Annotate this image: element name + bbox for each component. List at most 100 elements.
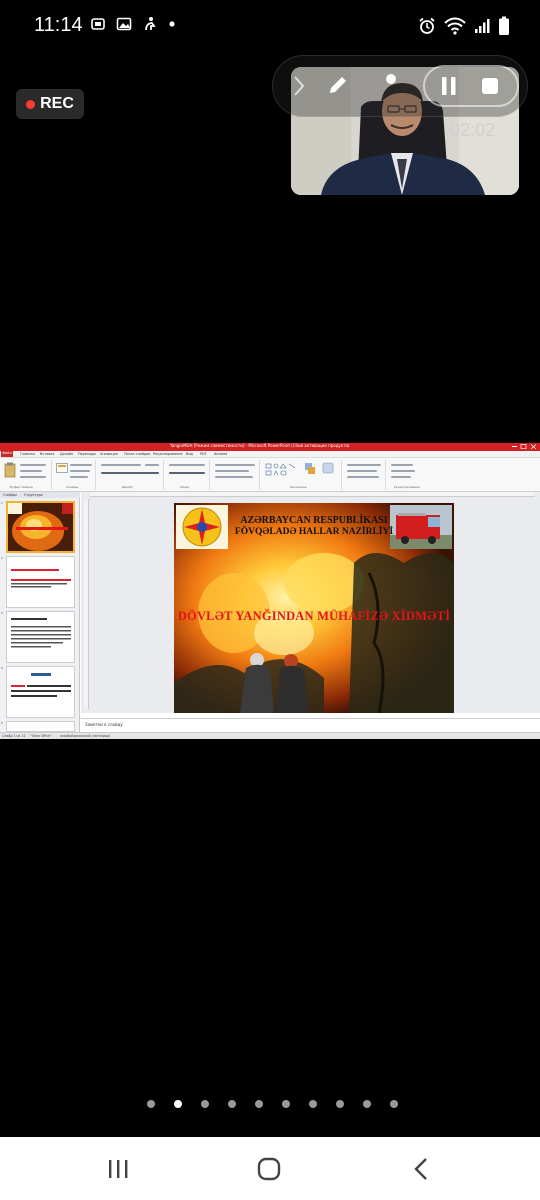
screen-capture-icon — [91, 18, 105, 30]
pen-icon[interactable] — [326, 73, 350, 97]
notification-dot-icon — [169, 21, 175, 27]
system-navigation-bar — [0, 1137, 540, 1200]
person-icon[interactable] — [380, 72, 402, 96]
record-dot-icon — [26, 99, 36, 109]
pause-stop-pill — [423, 65, 519, 107]
slide-title-line-2: FÖVQƏLADƏ HALLAR NAZİRLİYİ — [234, 527, 394, 537]
slide-thumbnail-1[interactable] — [6, 501, 75, 553]
arrange-icon[interactable] — [304, 462, 316, 476]
ribbon-group-clipboard: Буфер обмена — [2, 460, 52, 490]
clock: 11:14 — [34, 14, 83, 36]
thumbnail-text-lines — [11, 618, 71, 648]
ribbon-label-clipboard: Буфер обмена — [10, 485, 33, 489]
thumb-number: 1 — [1, 501, 3, 505]
page-dot[interactable] — [309, 1100, 317, 1108]
window-title: YanginMUH [Режим совместимости] - Micros… — [170, 443, 350, 448]
ribbon-label-font: Шрифт — [122, 485, 134, 489]
status-slide-count: Слайд 1 из 11 — [2, 734, 26, 738]
tab-animations[interactable]: Анимация — [100, 452, 118, 456]
horizontal-ruler — [90, 492, 535, 497]
battery-icon — [499, 16, 509, 35]
home-icon[interactable] — [249, 1155, 289, 1183]
recording-timer: 02:02 — [450, 120, 496, 140]
page-dot[interactable] — [336, 1100, 344, 1108]
vertical-ruler — [84, 499, 89, 709]
page-dot[interactable] — [201, 1100, 209, 1108]
recents-icon[interactable] — [98, 1155, 138, 1183]
status-bar: 11:14 — [0, 0, 540, 56]
page-dot[interactable] — [390, 1100, 398, 1108]
slide-thumbnail-4[interactable] — [6, 666, 75, 718]
tab-outline[interactable]: Структура — [24, 493, 43, 497]
ribbon-label-editing: Редактирование — [394, 485, 421, 489]
rec-indicator: REC — [16, 89, 84, 119]
slide-main-heading: DÖVLƏT YANĞINDAN MÜHAFİZƏ XİDMƏTİ — [177, 609, 451, 623]
thumb-number: 2 — [1, 556, 3, 560]
slide-thumbnail-2[interactable] — [6, 556, 75, 608]
pause-icon[interactable] — [440, 76, 458, 96]
slides-pane: Слайды Структура 1 2 3 4 5 — [0, 492, 80, 732]
ppt-ribbon: Буфер обмена Слайды Шрифт Абзац Рисовани… — [0, 458, 540, 492]
tab-home[interactable]: Главная — [20, 452, 35, 456]
page-dot-active[interactable] — [174, 1100, 182, 1108]
tab-transitions[interactable]: Переходы — [78, 452, 96, 456]
thumb-number: 4 — [1, 666, 3, 670]
tab-view[interactable]: Вид — [186, 452, 193, 456]
shapes-gallery-icon[interactable] — [265, 463, 299, 477]
ribbon-group-text — [212, 460, 260, 490]
tab-design[interactable]: Дизайн — [60, 452, 73, 456]
ribbon-group-editing: Редактирование — [388, 460, 436, 490]
page-dot[interactable] — [147, 1100, 155, 1108]
tab-file[interactable]: Файл — [1, 451, 13, 457]
slide-thumbnail-5[interactable] — [6, 721, 75, 732]
current-slide[interactable]: AZƏRBAYCAN RESPUBLİKASI FÖVQƏLADƏ HALLAR… — [174, 503, 454, 713]
paste-icon[interactable] — [4, 462, 16, 478]
alarm-icon — [419, 17, 435, 34]
tab-insert[interactable]: Вставка — [40, 452, 54, 456]
ribbon-label-drawing: Рисование — [290, 485, 307, 489]
notes-placeholder: Заметки к слайду — [85, 722, 123, 727]
page-dot[interactable] — [255, 1100, 263, 1108]
ppt-title-bar: YanginMUH [Режим совместимости] - Micros… — [0, 443, 540, 451]
tab-slideshow[interactable]: Показ слайдов — [124, 452, 150, 456]
page-dot[interactable] — [282, 1100, 290, 1108]
wifi-icon — [444, 17, 466, 35]
pane-tabs: Слайды Структура — [0, 492, 80, 498]
ribbon-label-paragraph: Абзац — [180, 485, 190, 489]
accessibility-icon — [145, 17, 156, 31]
tab-pdf[interactable]: PDF — [200, 452, 207, 456]
chevron-right-icon[interactable] — [292, 75, 306, 97]
quick-styles-icon[interactable] — [322, 462, 334, 476]
thumb-number: 5 — [1, 721, 3, 725]
status-theme: "Тема Office" — [30, 734, 52, 738]
thumbnail-text-lines — [11, 673, 71, 697]
ribbon-group-drawing: Рисование — [262, 460, 342, 490]
ribbon-label-slides: Слайды — [66, 485, 79, 489]
back-icon[interactable] — [402, 1155, 442, 1183]
notes-pane[interactable]: Заметки к слайду — [81, 718, 540, 732]
thumbnail-text-lines — [11, 569, 71, 588]
ribbon-group-slides: Слайды — [54, 460, 96, 490]
page-dot[interactable] — [363, 1100, 371, 1108]
slide-thumbnail-3[interactable] — [6, 611, 75, 663]
thumb-number: 3 — [1, 611, 3, 615]
tab-acrobat[interactable]: Acrobat — [214, 452, 227, 456]
window-controls-icon[interactable] — [512, 444, 538, 450]
thumbnail-fire-image — [8, 503, 73, 551]
slide-title-line-1: AZƏRBAYCAN RESPUBLİKASI — [240, 515, 388, 526]
rec-label: REC — [40, 95, 74, 112]
new-slide-icon[interactable] — [56, 462, 68, 474]
ppt-menu-tabs: Файл Главная Вставка Дизайн Переходы Ани… — [0, 451, 540, 458]
status-language: азербайджанский (латиница) — [60, 734, 111, 738]
ribbon-group-font: Шрифт — [98, 460, 164, 490]
page-dot[interactable] — [228, 1100, 236, 1108]
tab-review[interactable]: Рецензирование — [153, 452, 183, 456]
stop-icon[interactable] — [481, 77, 499, 95]
tab-slides[interactable]: Слайды — [3, 493, 17, 497]
ribbon-group-shape-format — [344, 460, 386, 490]
signal-icon — [475, 19, 490, 33]
ribbon-group-paragraph: Абзац — [166, 460, 210, 490]
page-indicator — [147, 1100, 398, 1108]
ppt-status-bar: Слайд 1 из 11 "Тема Office" азербайджанс… — [0, 732, 540, 739]
gallery-icon — [116, 17, 132, 31]
